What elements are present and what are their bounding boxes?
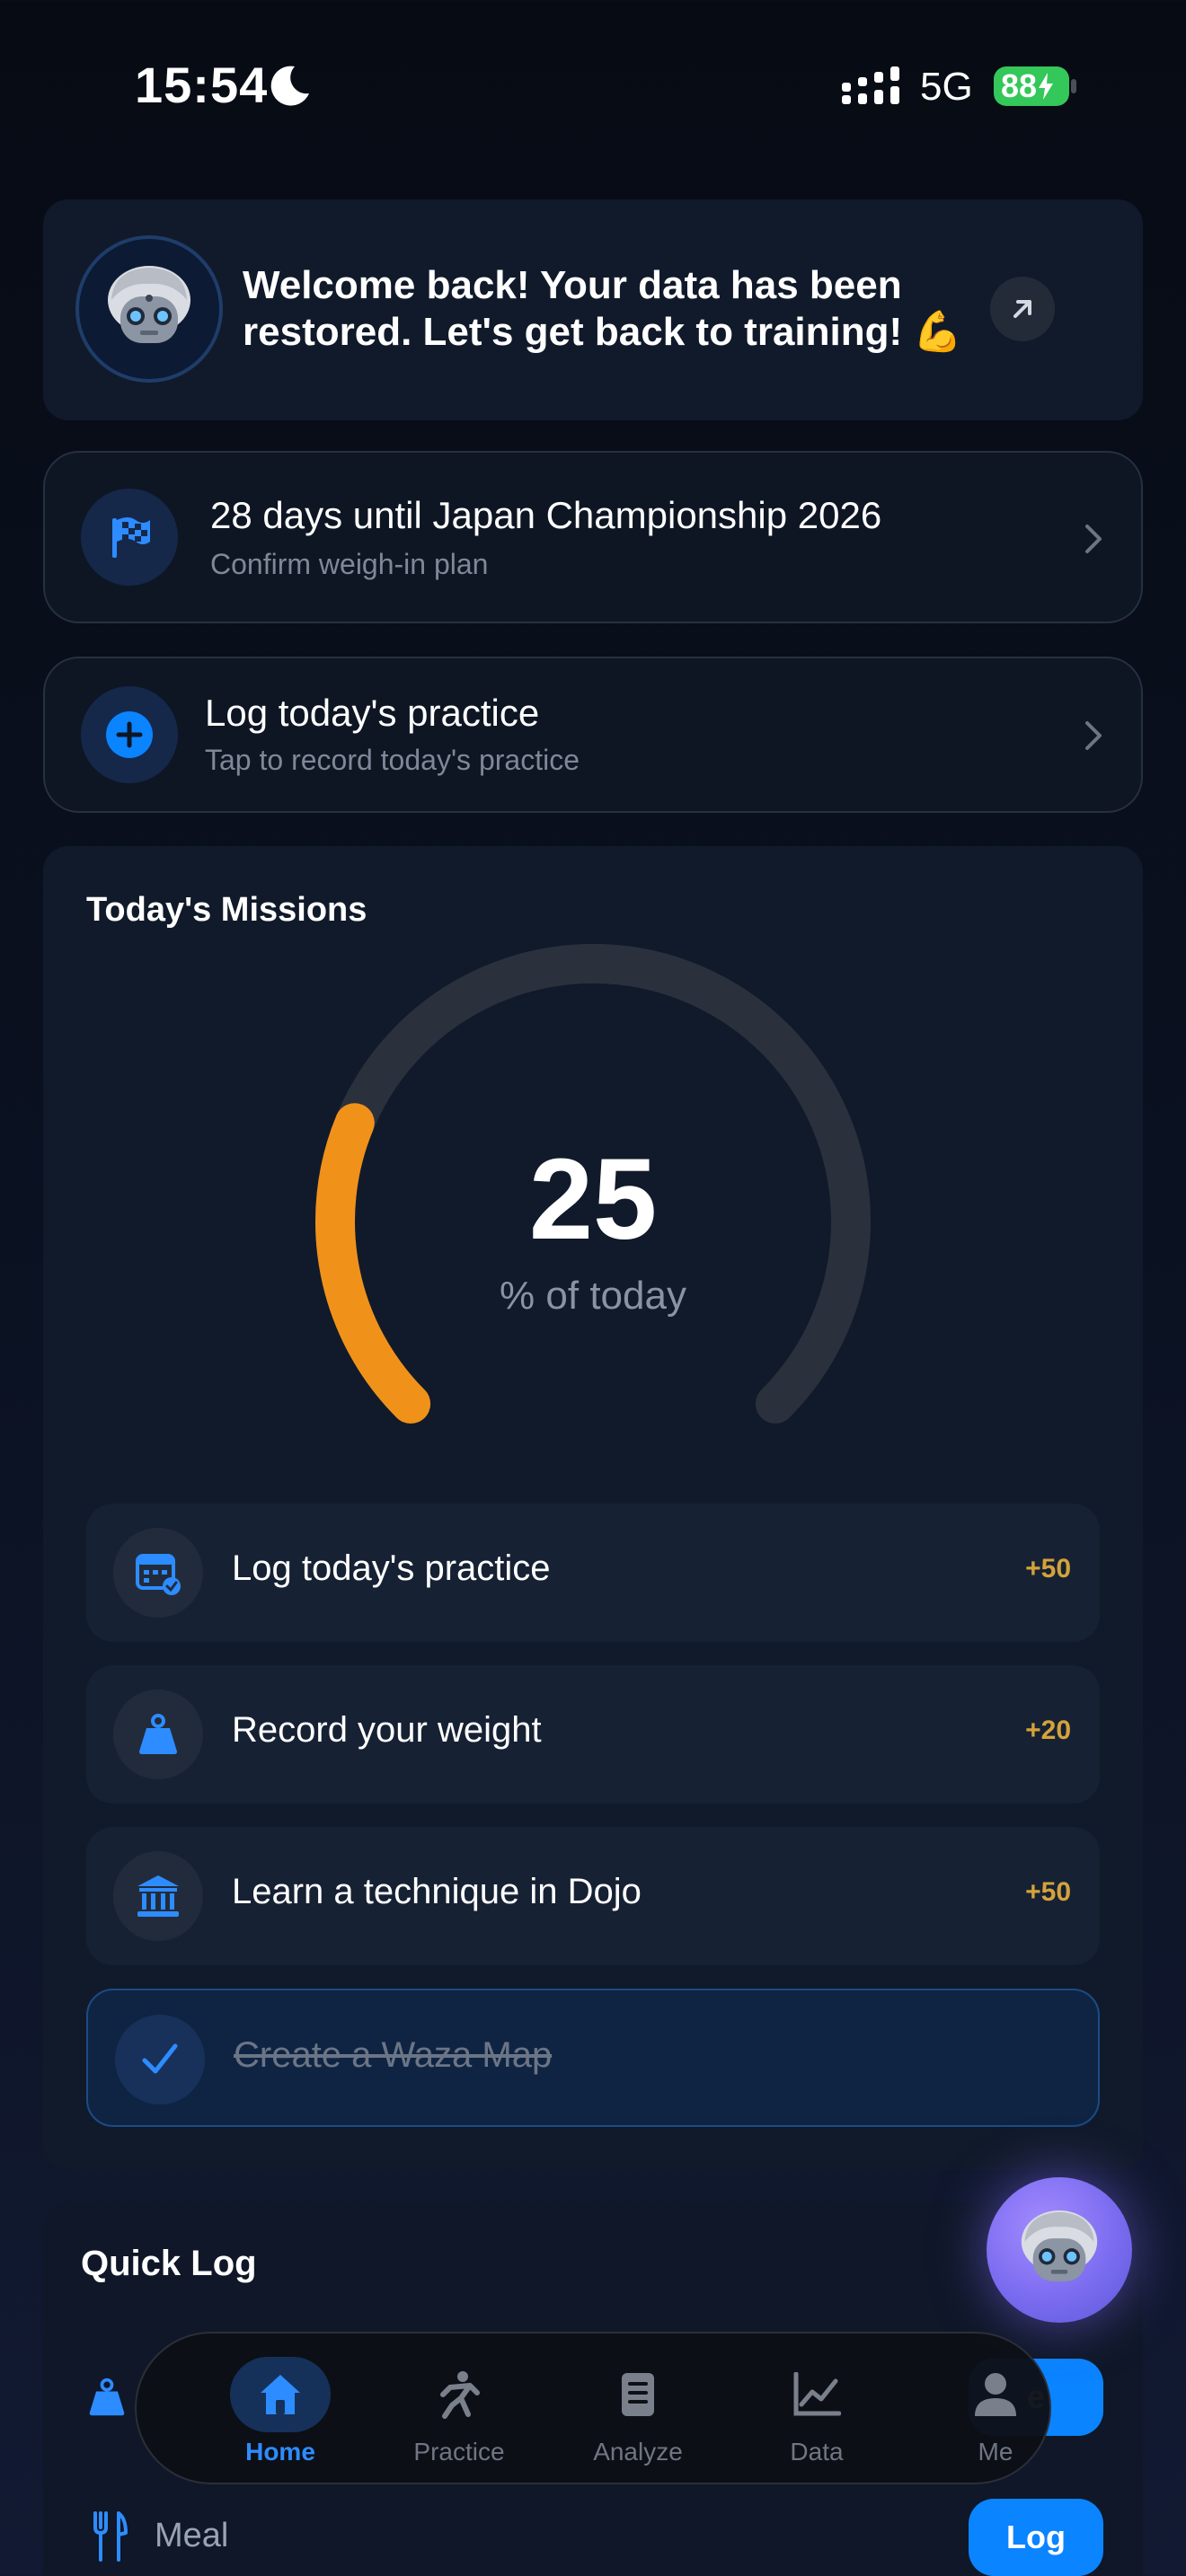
mission-points: +50 [1025, 1554, 1071, 1584]
log-practice-subtitle: Tap to record today's practice [205, 744, 580, 776]
checkmark-icon [142, 2043, 178, 2074]
tab-label: Analyze [593, 2438, 683, 2466]
mission-points: +20 [1025, 1716, 1071, 1745]
tab-analyze[interactable]: Analyze [548, 2333, 728, 2486]
network-type: 5G [920, 65, 973, 109]
mission-label: Learn a technique in Dojo [232, 1872, 642, 1911]
arrow-up-right-icon [1013, 300, 1031, 318]
tab-icon-wrap [409, 2357, 509, 2432]
moon-icon [270, 66, 309, 106]
log-practice-card[interactable] [43, 657, 1143, 813]
event-countdown-card[interactable] [43, 451, 1143, 623]
robot-avatar-icon [1021, 2210, 1098, 2281]
event-icon-circle [81, 489, 178, 586]
tab-me[interactable]: Me [906, 2333, 1085, 2486]
battery-level: 88 [1001, 67, 1038, 104]
assistant-fab[interactable] [987, 2177, 1132, 2323]
mission-label: Record your weight [232, 1710, 542, 1750]
open-welcome-button[interactable] [990, 277, 1055, 341]
tab-home[interactable]: Home [190, 2333, 370, 2486]
event-subtitle: Confirm weigh-in plan [210, 548, 489, 580]
quick-log-title: Quick Log [81, 2244, 257, 2283]
weight-icon [89, 2378, 125, 2416]
tab-icon-wrap [230, 2357, 331, 2432]
tab-label: Data [790, 2438, 844, 2466]
tab-label: Home [245, 2438, 315, 2466]
tab-icon-wrap [766, 2357, 867, 2432]
tab-icon-wrap [945, 2357, 1046, 2432]
missions-title: Today's Missions [86, 891, 367, 929]
signal-icon [842, 66, 899, 104]
profile-icon [975, 2373, 1016, 2416]
robot-avatar-icon [108, 266, 190, 343]
data-icon [793, 2372, 841, 2416]
progress-label: % of today [500, 1274, 686, 1318]
status-time: 15:54 [135, 57, 269, 113]
mission-icon-circle [113, 1851, 203, 1941]
mission-label: Log today's practice [232, 1548, 551, 1588]
meal-label: Meal [155, 2517, 229, 2554]
mission-icon-circle [113, 1528, 203, 1618]
tab-label: Practice [413, 2438, 505, 2466]
dojo-icon [137, 1875, 179, 1917]
tab-data[interactable]: Data [727, 2333, 907, 2486]
chevron-right-icon [1085, 525, 1102, 553]
tab-label: Me [978, 2438, 1013, 2466]
plus-circle-icon [106, 711, 153, 758]
progress-value: 25 [528, 1135, 658, 1264]
mission-points: +50 [1025, 1877, 1071, 1907]
home-icon [261, 2375, 300, 2414]
practice-icon [440, 2371, 480, 2419]
fork-knife-icon [93, 2511, 128, 2562]
tab-bar: Home Practice Analyze Data Me [135, 2332, 1051, 2484]
avatar [75, 235, 223, 383]
battery-indicator: 88 [994, 66, 1069, 106]
analyze-icon [622, 2373, 654, 2416]
log-practice-icon-circle [81, 686, 178, 783]
mission-label: Create a Waza Map [234, 2035, 553, 2075]
mission-icon-circle [113, 1689, 203, 1779]
charging-icon [1039, 73, 1054, 100]
log-meal-button[interactable]: Log [969, 2499, 1103, 2576]
mission-item[interactable]: Learn a technique in Dojo +50 [86, 1827, 1100, 1965]
tab-icon-wrap [588, 2357, 688, 2432]
flag-checkered-icon [112, 517, 150, 558]
tab-practice[interactable]: Practice [369, 2333, 549, 2486]
chevron-right-icon [1085, 721, 1102, 750]
mission-item[interactable]: Log today's practice +50 [86, 1504, 1100, 1642]
weight-icon [139, 1714, 177, 1754]
mission-item-completed[interactable]: Create a Waza Map [86, 1989, 1100, 2127]
calendar-check-icon [136, 1554, 181, 1595]
battery-tip [1071, 79, 1076, 93]
event-title: 28 days until Japan Championship 2026 [210, 494, 882, 536]
mission-item[interactable]: Record your weight +20 [86, 1665, 1100, 1804]
mission-icon-circle [115, 2015, 205, 2104]
welcome-message: Welcome back! Your data has been restore… [243, 263, 963, 354]
log-practice-title: Log today's practice [205, 692, 540, 734]
